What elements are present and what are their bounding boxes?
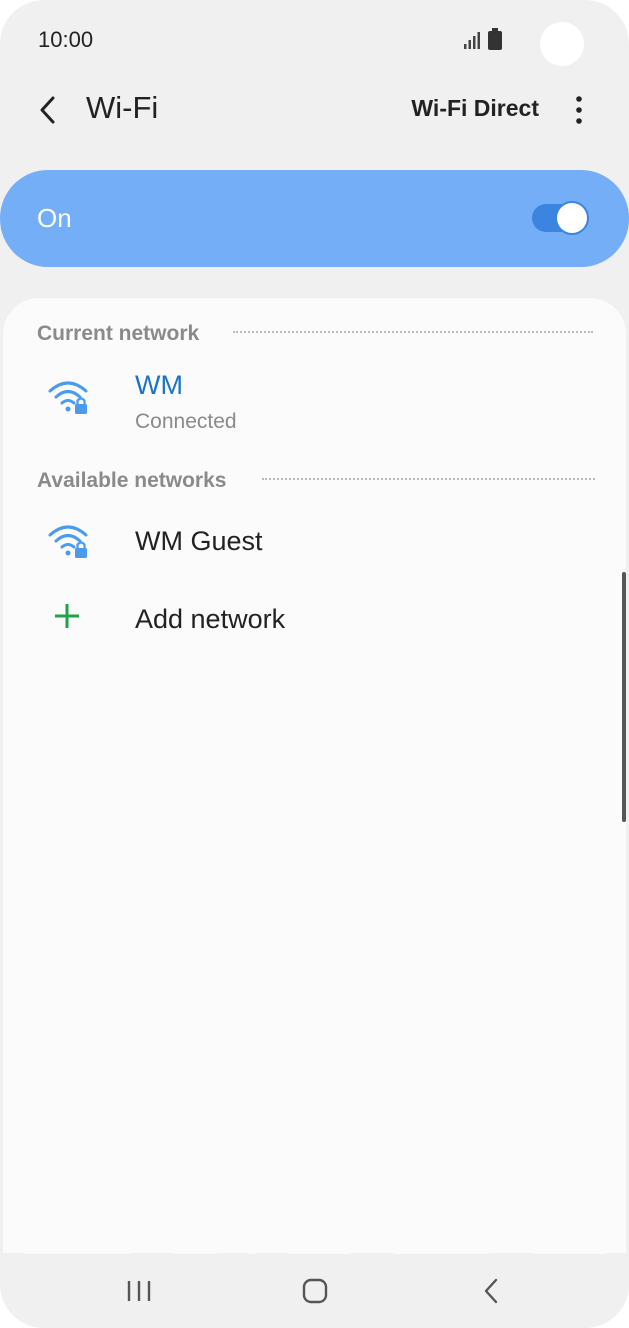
panel-bottom-edge	[0, 1210, 629, 1254]
wifi-lock-icon	[47, 522, 91, 562]
more-options-button[interactable]	[564, 90, 594, 130]
wifi-master-toggle-bar[interactable]: On	[0, 170, 629, 267]
panel-bottom-segment	[152, 1210, 238, 1254]
recent-apps-icon	[127, 1281, 151, 1301]
status-time: 10:00	[38, 27, 94, 52]
page-title: Wi-Fi	[86, 90, 159, 125]
scrollbar[interactable]	[622, 572, 626, 822]
app-bar: Wi-Fi Wi-Fi Direct	[0, 78, 629, 142]
signal-icon	[463, 30, 483, 50]
phone-screen: 10:00 Wi-Fi Wi-Fi Direct On Current netw…	[0, 0, 629, 1328]
wifi-direct-button[interactable]: Wi-Fi Direct	[411, 95, 539, 122]
available-networks-header: Available networks	[37, 469, 227, 492]
networks-panel: Current network WM Connected Available n…	[3, 298, 626, 1253]
recent-apps-button[interactable]	[114, 1266, 164, 1316]
panel-bottom-segment	[240, 1210, 266, 1254]
home-icon	[302, 1278, 328, 1304]
panel-bottom-segment	[3, 1210, 151, 1254]
current-network-status: Connected	[135, 410, 237, 433]
available-network-name: WM Guest	[135, 526, 263, 556]
back-button[interactable]	[30, 92, 66, 128]
wifi-switch[interactable]	[532, 203, 588, 233]
navigation-bar	[0, 1254, 629, 1328]
available-network-row[interactable]: WM Guest	[3, 508, 626, 578]
add-network-row[interactable]: Add network	[3, 588, 626, 654]
nav-back-button[interactable]	[466, 1266, 516, 1316]
back-arrow-icon	[40, 96, 55, 124]
wifi-toggle-label: On	[37, 203, 72, 233]
current-network-row[interactable]: WM Connected	[3, 360, 626, 444]
current-network-header: Current network	[37, 322, 200, 345]
panel-bottom-segment	[373, 1210, 510, 1254]
wifi-lock-icon	[47, 378, 91, 418]
back-icon	[484, 1278, 498, 1304]
battery-icon	[488, 28, 502, 50]
section-divider	[233, 331, 593, 333]
front-camera	[540, 22, 584, 66]
section-divider	[262, 478, 595, 480]
panel-bottom-segment	[512, 1210, 626, 1254]
home-button[interactable]	[290, 1266, 340, 1316]
status-bar: 10:00	[0, 0, 629, 80]
panel-bottom-segment	[268, 1210, 371, 1254]
current-network-name: WM	[135, 370, 183, 400]
more-options-icon	[576, 96, 582, 124]
plus-icon	[53, 602, 81, 630]
switch-knob	[557, 203, 587, 233]
add-network-label: Add network	[135, 604, 286, 634]
